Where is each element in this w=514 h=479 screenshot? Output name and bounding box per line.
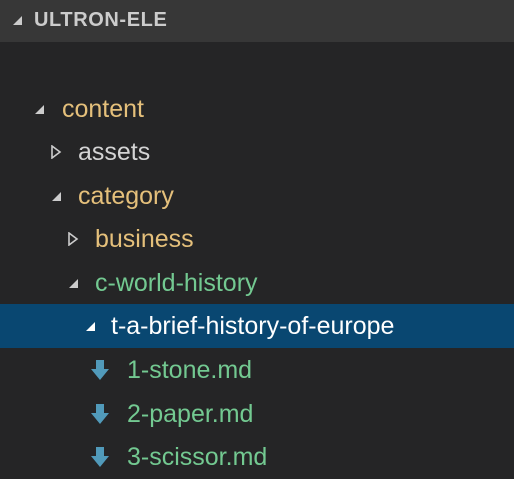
tree-item-label: category: [78, 182, 174, 210]
tree-item-category[interactable]: category: [0, 174, 514, 218]
tree-item-label: 3-scissor.md: [127, 443, 268, 471]
explorer-section-title: ULTRON-ELE: [34, 9, 168, 31]
markdown-down-arrow-icon: [91, 447, 109, 467]
tree-item-label: business: [95, 225, 194, 253]
markdown-down-arrow-icon: [91, 360, 109, 380]
tree-item-c-world-history[interactable]: c-world-history: [0, 261, 514, 305]
chevron-down-icon[interactable]: [32, 102, 46, 116]
chevron-down-icon[interactable]: [10, 13, 24, 27]
tree-item-assets[interactable]: assets: [0, 130, 514, 174]
tree-item-1-stone-md[interactable]: 1-stone.md: [0, 348, 514, 392]
tree-item-business[interactable]: business: [0, 217, 514, 261]
chevron-down-icon[interactable]: [83, 319, 97, 333]
tree-item-label: t-a-brief-history-of-europe: [111, 312, 395, 340]
tree-item-2-paper-md[interactable]: 2-paper.md: [0, 392, 514, 436]
markdown-down-arrow-icon: [91, 404, 109, 424]
tree-item-content[interactable]: content: [0, 87, 514, 131]
tree-item-label: c-world-history: [95, 269, 258, 297]
chevron-right-icon[interactable]: [66, 232, 80, 246]
chevron-down-icon[interactable]: [49, 189, 63, 203]
chevron-down-icon[interactable]: [66, 276, 80, 290]
tree-item-label: 2-paper.md: [127, 400, 254, 428]
tree-item-t-a-brief-history-of-europe[interactable]: t-a-brief-history-of-europe: [0, 304, 514, 348]
chevron-right-icon[interactable]: [49, 145, 63, 159]
tree-item-3-scissor-md[interactable]: 3-scissor.md: [0, 435, 514, 479]
tree-item-label: assets: [78, 138, 151, 166]
tree-item-label: content: [62, 95, 145, 123]
explorer-section-header[interactable]: ULTRON-ELE: [0, 0, 514, 42]
tree-item-label: 1-stone.md: [127, 356, 253, 384]
file-explorer: ULTRON-ELE content assets category busin…: [0, 0, 514, 471]
